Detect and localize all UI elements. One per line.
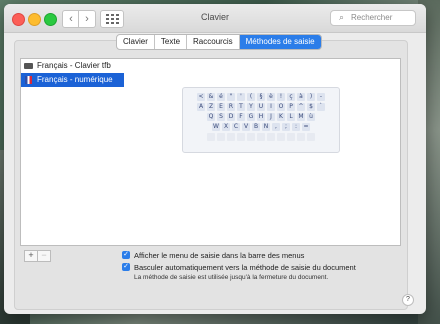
keyboard-key: E bbox=[217, 103, 225, 111]
keyboard-key: G bbox=[247, 113, 255, 121]
keyboard-row: W X C V B N,;: = bbox=[183, 123, 339, 131]
keyboard-key: ù bbox=[307, 113, 315, 121]
keyboard-key: è bbox=[267, 93, 275, 101]
keyboard-key: ^ bbox=[297, 103, 305, 111]
keyboard-key: X bbox=[222, 123, 230, 131]
keyboard-row: QSDFGHJKLMù bbox=[183, 113, 339, 121]
keyboard-key: K bbox=[277, 113, 285, 121]
keyboard-row bbox=[183, 133, 339, 141]
keyboard-key bbox=[207, 133, 215, 141]
keyboard-key: W bbox=[212, 123, 220, 131]
remove-input-source-button[interactable]: − bbox=[37, 250, 51, 262]
keyboard-key: < bbox=[197, 93, 205, 101]
auto-switch-checkbox[interactable]: ✓ bbox=[122, 263, 130, 271]
keyboard-key: C bbox=[232, 123, 240, 131]
keyboard-key: Q bbox=[207, 113, 215, 121]
keyboard-icon bbox=[24, 63, 33, 69]
keyboard-key: S bbox=[217, 113, 225, 121]
keyboard-key: V bbox=[242, 123, 250, 131]
keyboard-key: ( bbox=[247, 93, 255, 101]
keyboard-key: ; bbox=[282, 123, 290, 131]
keyboard-row: A Z E R T Y U I O P ^ $ ` bbox=[183, 103, 339, 111]
keyboard-key: A bbox=[197, 103, 205, 111]
keyboard-key: P bbox=[287, 103, 295, 111]
keyboard-key: , bbox=[272, 123, 280, 131]
keyboard-key bbox=[297, 133, 305, 141]
keyboard-key: = bbox=[302, 123, 310, 131]
titlebar: ‹ › Clavier ⌕ Rechercher bbox=[4, 4, 426, 33]
keyboard-key: F bbox=[237, 113, 245, 121]
show-menu-label: Afficher le menu de saisie dans la barre… bbox=[134, 251, 305, 260]
keyboard-key: - bbox=[317, 93, 325, 101]
list-item-label: Français - numérique bbox=[37, 75, 113, 84]
tab-bar: Clavier Texte Raccourcis Méthodes de sai… bbox=[116, 34, 322, 50]
keyboard-key: B bbox=[252, 123, 260, 131]
input-source-list[interactable]: Français - Clavier tfb Français - numéri… bbox=[20, 58, 126, 246]
tab-methodes-de-saisie[interactable]: Méthodes de saisie bbox=[239, 35, 321, 49]
keyboard-key: D bbox=[227, 113, 235, 121]
keyboard-key: & bbox=[207, 93, 215, 101]
keyboard-key bbox=[267, 133, 275, 141]
search-field[interactable]: ⌕ Rechercher bbox=[330, 10, 416, 26]
keyboard-key: § bbox=[257, 93, 265, 101]
show-menu-checkbox[interactable]: ✓ bbox=[122, 251, 130, 259]
keyboard-key: ç bbox=[287, 93, 295, 101]
search-placeholder: Rechercher bbox=[351, 13, 393, 22]
keyboard-key bbox=[247, 133, 255, 141]
list-item-label: Français - Clavier tfb bbox=[37, 61, 111, 70]
french-flag-icon bbox=[25, 76, 32, 84]
keyboard-key: ` bbox=[317, 103, 325, 111]
search-icon: ⌕ bbox=[339, 12, 345, 22]
keyboard-key: à bbox=[297, 93, 305, 101]
list-item[interactable]: Français - Clavier tfb bbox=[21, 59, 125, 73]
help-button[interactable]: ? bbox=[402, 294, 414, 306]
keyboard-key bbox=[237, 133, 245, 141]
keyboard-key bbox=[217, 133, 225, 141]
auto-switch-note: La méthode de saisie est utilisée jusqu'… bbox=[134, 274, 329, 281]
keyboard-key: T bbox=[237, 103, 245, 111]
keyboard-key bbox=[287, 133, 295, 141]
keyboard-key: ! bbox=[277, 93, 285, 101]
keyboard-key bbox=[307, 133, 315, 141]
tab-raccourcis[interactable]: Raccourcis bbox=[187, 35, 240, 49]
keyboard-key: ) bbox=[307, 93, 315, 101]
tab-clavier[interactable]: Clavier bbox=[117, 35, 155, 49]
keyboard-key: : bbox=[292, 123, 300, 131]
keyboard-key: H bbox=[257, 113, 265, 121]
keyboard-key: O bbox=[277, 103, 285, 111]
keyboard-key: é bbox=[217, 93, 225, 101]
keyboard-key: $ bbox=[307, 103, 315, 111]
auto-switch-label: Basculer automatiquement vers la méthode… bbox=[134, 263, 356, 272]
add-input-source-button[interactable]: + bbox=[24, 250, 38, 262]
keyboard-key bbox=[257, 133, 265, 141]
keyboard-key: N bbox=[262, 123, 270, 131]
keyboard-row: < & é " '(§ è! ç à) - bbox=[183, 93, 339, 101]
keyboard-key: " bbox=[227, 93, 235, 101]
keyboard-key: M bbox=[297, 113, 305, 121]
keyboard-key: R bbox=[227, 103, 235, 111]
keyboard-key: U bbox=[257, 103, 265, 111]
keyboard-layout-preview: < & é " '(§ è! ç à) - A Z E R T Y U I O P ^ $ ` Q S D F G H J K L Mù W X C… bbox=[182, 87, 340, 153]
keyboard-key: Y bbox=[247, 103, 255, 111]
keyboard-key bbox=[227, 133, 235, 141]
keyboard-key: L bbox=[287, 113, 295, 121]
keyboard-key bbox=[277, 133, 285, 141]
keyboard-key: ' bbox=[237, 93, 245, 101]
list-item[interactable]: Français - numérique bbox=[21, 73, 125, 87]
keyboard-preview-pane: < & é " '(§ è! ç à) - A Z E R T Y U I O P ^ $ ` Q S D F G H J K L Mù W X C… bbox=[124, 58, 401, 246]
keyboard-key: J bbox=[267, 113, 275, 121]
keyboard-key: Z bbox=[207, 103, 215, 111]
tab-texte[interactable]: Texte bbox=[155, 35, 188, 49]
keyboard-key: I bbox=[267, 103, 275, 111]
